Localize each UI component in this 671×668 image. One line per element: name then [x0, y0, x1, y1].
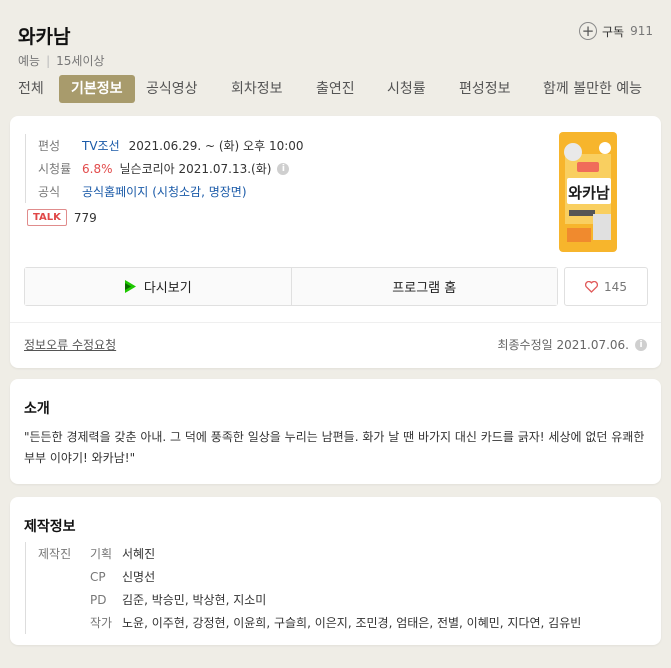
age-rating-label: 15세이상: [56, 54, 105, 68]
action-buttons: 다시보기 프로그램 홈 145: [24, 267, 648, 306]
role-names: 신명선: [122, 570, 156, 584]
intro-title: 소개: [24, 401, 50, 417]
subscribe-count: 911: [630, 24, 653, 38]
intro-text: "든든한 경제력을 갖춘 아내. 그 덕에 풍족한 일상을 누리는 남편들. 화…: [24, 430, 645, 465]
rewatch-label: 다시보기: [143, 281, 192, 296]
talk-row[interactable]: TALK 779: [27, 209, 97, 226]
ratings-label: 시청률: [38, 162, 72, 176]
official-extra-link[interactable]: (시청소감, 명장면): [152, 183, 246, 200]
info-icon[interactable]: i: [277, 162, 290, 175]
schedule-text: 2021.06.29. ~ (화) 오후 10:00: [128, 139, 304, 153]
heart-icon: [585, 280, 599, 293]
info-list: 편성 TV조선 2021.06.29. ~ (화) 오후 10:00 시청률 6…: [25, 134, 304, 203]
like-button[interactable]: 145: [564, 267, 648, 306]
tab-official-video[interactable]: 공식영상: [146, 75, 198, 103]
plus-icon: +: [579, 22, 597, 40]
last-updated-text: 최종수정일 2021.07.06.: [497, 338, 629, 352]
role-label: CP: [90, 569, 106, 584]
production-list: 제작진 기획 서혜진 CP 신명선 PD 김준, 박승민, 박상현, 지소미 작…: [25, 542, 581, 634]
program-poster[interactable]: 와카남: [559, 132, 617, 252]
basic-info-card: 편성 TV조선 2021.06.29. ~ (화) 오후 10:00 시청률 6…: [10, 116, 661, 368]
last-updated: 최종수정일 2021.07.06. i: [497, 336, 647, 353]
official-row: 공식 공식홈페이지 (시청소감, 명장면): [38, 180, 304, 203]
rewatch-button[interactable]: 다시보기: [25, 268, 291, 305]
poster-title: 와카남: [568, 184, 610, 202]
schedule-label: 편성: [38, 139, 61, 153]
poster-image: 와카남: [559, 132, 617, 252]
role-label: 작가: [90, 616, 113, 630]
production-row: PD 김준, 박승민, 박상현, 지소미: [38, 588, 581, 611]
production-category: 제작진: [38, 547, 72, 561]
official-homepage-link[interactable]: 공식홈페이지: [82, 183, 148, 200]
role-names: 김준, 박승민, 박상현, 지소미: [122, 593, 267, 607]
subscribe-label: 구독: [602, 24, 625, 39]
program-header: 와카남 예능 | 15세이상 + 구독 911 전체 기본정보 공식영상 회차정보 …: [0, 0, 671, 106]
info-icon[interactable]: i: [635, 338, 647, 351]
tab-cast[interactable]: 출연진: [316, 75, 355, 103]
program-meta: 예능 | 15세이상: [18, 52, 105, 69]
production-row: CP 신명선: [38, 565, 581, 588]
ratings-value: 6.8%: [82, 161, 113, 176]
tab-schedule[interactable]: 편성정보: [459, 75, 511, 103]
report-error-link[interactable]: 정보오류 수정요청: [24, 336, 116, 353]
tab-episode-info[interactable]: 회차정보: [231, 75, 283, 103]
production-row: 제작진 기획 서혜진: [38, 542, 581, 565]
role-label: 기획: [90, 547, 113, 561]
production-row: 작가 노윤, 이주현, 강정현, 이윤희, 구슬희, 이은지, 조민경, 엄태은…: [38, 611, 581, 634]
divider: [10, 322, 661, 323]
production-title: 제작정보: [24, 519, 76, 535]
program-home-button[interactable]: 프로그램 홈: [290, 268, 557, 305]
ratings-source: 닐슨코리아 2021.07.13.(화): [119, 162, 272, 176]
schedule-row: 편성 TV조선 2021.06.29. ~ (화) 오후 10:00: [38, 134, 304, 157]
intro-card: 소개 "든든한 경제력을 갖춘 아내. 그 덕에 풍족한 일상을 누리는 남편들…: [10, 379, 661, 484]
tab-recommended[interactable]: 함께 볼만한 예능: [543, 75, 642, 103]
genre-label: 예능: [18, 54, 41, 68]
button-group: 다시보기 프로그램 홈: [24, 267, 558, 306]
meta-divider: |: [46, 54, 51, 68]
tab-ratings[interactable]: 시청률: [387, 75, 426, 103]
role-label: PD: [90, 592, 107, 607]
tab-all[interactable]: 전체: [18, 75, 44, 103]
play-icon: [124, 280, 137, 293]
talk-badge: TALK: [27, 209, 67, 226]
talk-count: 779: [73, 210, 97, 225]
production-card: 제작정보 제작진 기획 서혜진 CP 신명선 PD 김준, 박승민, 박상현, …: [10, 497, 661, 645]
role-names: 노윤, 이주현, 강정현, 이윤희, 구슬희, 이은지, 조민경, 엄태은, 전…: [122, 616, 582, 630]
tab-bar: 전체 기본정보 공식영상 회차정보 출연진 시청률 편성정보 함께 볼만한 예능: [0, 75, 671, 103]
program-title[interactable]: 와카남: [18, 22, 70, 49]
like-count: 145: [604, 279, 627, 294]
planner-link[interactable]: 서혜진: [122, 545, 155, 562]
tab-basic-info[interactable]: 기본정보: [59, 75, 135, 103]
ratings-row: 시청률 6.8% 닐슨코리아 2021.07.13.(화) i: [38, 157, 304, 180]
official-label: 공식: [38, 185, 61, 199]
subscribe-button[interactable]: + 구독 911: [579, 22, 653, 40]
channel-link[interactable]: TV조선: [82, 137, 120, 154]
